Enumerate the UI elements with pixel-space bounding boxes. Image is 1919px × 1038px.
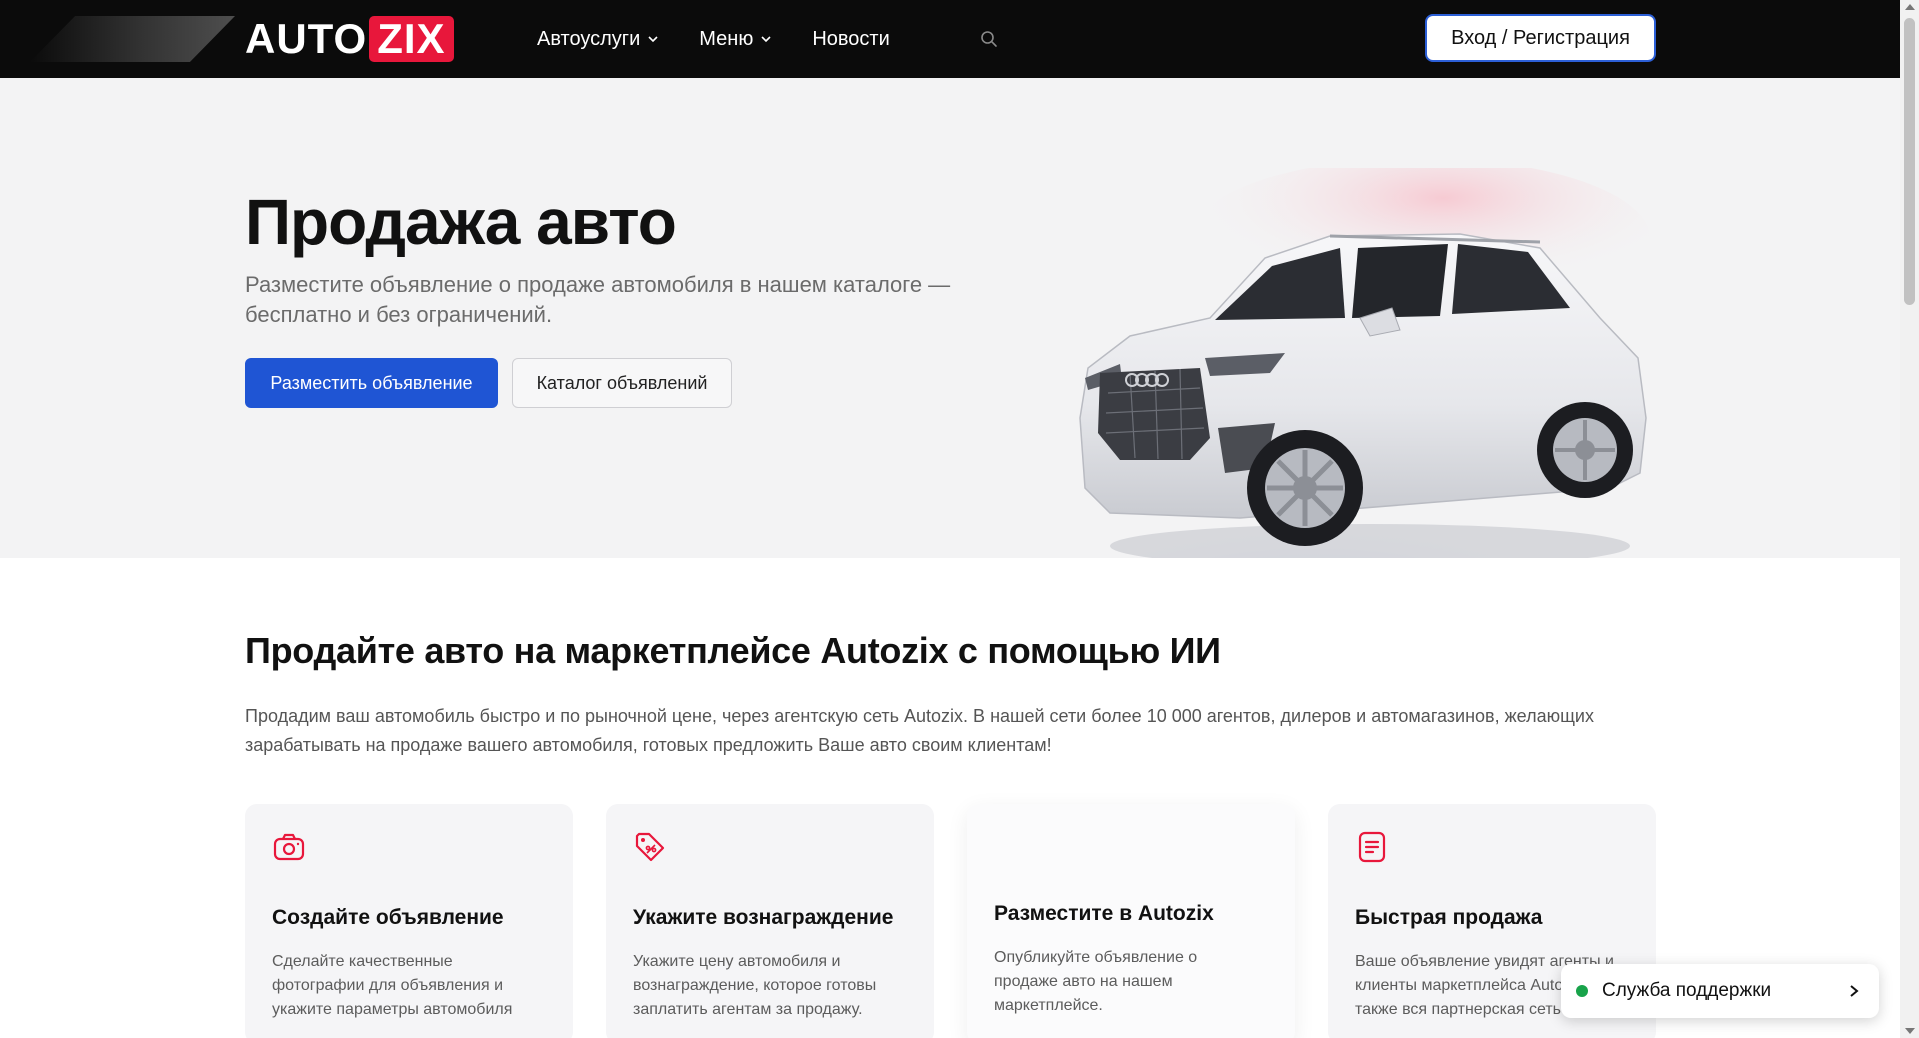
card-text: Укажите цену автомобиля и вознаграждение… (633, 953, 877, 1018)
step-card-publish: Разместите в Autozix Опубликуйте объявле… (967, 804, 1295, 1038)
logo-auto-text: AUTO (245, 15, 368, 62)
camera-icon (273, 833, 305, 861)
hero-subtitle: Разместите объявление о продаже автомоби… (245, 272, 951, 327)
section-description: Продадим ваш автомобиль быстро и по рыно… (245, 706, 1594, 755)
search-icon[interactable] (979, 29, 999, 49)
card-title: Разместите в Autozix (994, 902, 1214, 925)
card-title: Быстрая продажа (1355, 906, 1543, 929)
card-text: Опубликуйте объявление о продаже авто на… (994, 949, 1198, 1014)
support-label: Служба поддержки (1602, 980, 1772, 1001)
header-decor-stripe (30, 16, 235, 62)
main-nav: Автоуслуги Меню Новости (537, 0, 930, 78)
car-image (1079, 168, 1650, 558)
chevron-right-icon (1850, 985, 1859, 997)
nav-item-menu[interactable]: Меню (699, 28, 772, 51)
post-ad-button[interactable]: Разместить объявление (245, 358, 498, 408)
chevron-down-icon (648, 36, 658, 43)
document-icon (1358, 831, 1386, 863)
nav-item-news[interactable]: Новости (812, 28, 889, 51)
card-title: Создайте объявление (272, 906, 504, 929)
nav-item-label: Автоуслуги (537, 27, 641, 50)
step-card-create-ad: Создайте объявление Сделайте качественны… (245, 804, 573, 1038)
price-tag-icon (635, 832, 665, 862)
scroll-down-arrow-icon[interactable] (1905, 1028, 1915, 1034)
card-title: Укажите вознаграждение (633, 906, 894, 929)
page-scrollbar[interactable] (1900, 0, 1919, 1038)
page-title: Продажа авто (245, 186, 677, 258)
nav-item-autoservices[interactable]: Автоуслуги (537, 28, 659, 51)
chevron-down-icon (761, 36, 771, 43)
top-header: AUTO ZIX Автоуслуги Меню Новости Вход / … (0, 0, 1900, 78)
autozix-logo[interactable]: AUTO ZIX (245, 15, 454, 62)
scroll-up-arrow-icon[interactable] (1905, 4, 1915, 10)
ads-catalog-button[interactable]: Каталог объявлений (512, 358, 732, 408)
online-status-dot (1576, 985, 1588, 997)
scroll-thumb[interactable] (1904, 18, 1915, 305)
nav-item-label: Новости (812, 27, 890, 50)
login-register-button[interactable]: Вход / Регистрация (1425, 14, 1656, 62)
support-widget[interactable]: Служба поддержки (1561, 964, 1879, 1018)
step-card-reward: Укажите вознаграждение Укажите цену авто… (606, 804, 934, 1038)
hero-section: Продажа авто Разместите объявление о про… (0, 78, 1900, 558)
card-text: Сделайте качественные фотографии для объ… (272, 953, 513, 1018)
section-title: Продайте авто на маркетплейсе Autozix с … (245, 630, 1221, 671)
logo-zix-text: ZIX (369, 16, 454, 62)
nav-item-label: Меню (699, 27, 754, 50)
